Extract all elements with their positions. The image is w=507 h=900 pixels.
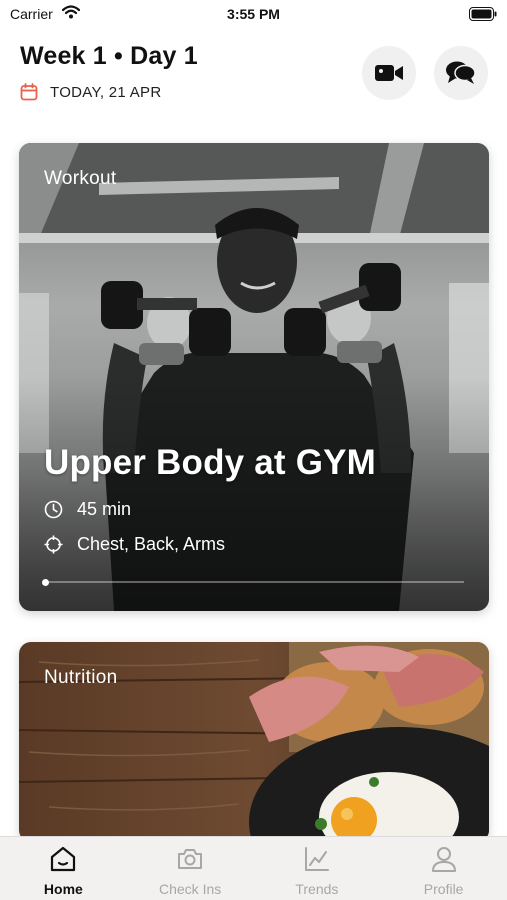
nutrition-tag: Nutrition bbox=[44, 667, 118, 688]
date-label: TODAY, 21 APR bbox=[50, 83, 162, 101]
workout-title: Upper Body at GYM bbox=[44, 443, 377, 482]
tab-trends-label: Trends bbox=[295, 881, 339, 897]
date-row: TODAY, 21 APR bbox=[20, 83, 161, 101]
workout-card[interactable]: Workout Upper Body at GYM 45 min Chest, … bbox=[19, 143, 489, 611]
workout-progress-bar bbox=[42, 578, 464, 586]
duration-row: 45 min bbox=[44, 499, 131, 520]
chat-bubbles-icon bbox=[446, 61, 476, 84]
page-title: Week 1 • Day 1 bbox=[20, 42, 198, 70]
target-icon bbox=[44, 535, 63, 554]
messages-button[interactable] bbox=[434, 46, 488, 100]
tab-profile-label: Profile bbox=[423, 881, 464, 897]
focus-row: Chest, Back, Arms bbox=[44, 534, 225, 555]
home-icon bbox=[51, 846, 76, 872]
tab-home[interactable]: Home bbox=[0, 837, 127, 900]
battery-icon bbox=[469, 7, 497, 26]
workout-tag: Workout bbox=[44, 168, 117, 189]
clock-icon bbox=[44, 500, 63, 519]
duration-label: 45 min bbox=[77, 499, 132, 519]
tab-trends[interactable]: Trends bbox=[254, 837, 381, 900]
status-time: 3:55 PM bbox=[227, 6, 280, 22]
tab-home-label: Home bbox=[43, 881, 83, 897]
video-camera-icon bbox=[375, 65, 403, 81]
tab-check-ins[interactable]: Check Ins bbox=[127, 837, 254, 900]
status-bar: Carrier 3:55 PM bbox=[0, 0, 507, 30]
progress-indicator bbox=[42, 578, 49, 586]
video-call-button[interactable] bbox=[362, 46, 416, 100]
focus-label: Chest, Back, Arms bbox=[77, 534, 226, 554]
calendar-icon bbox=[20, 83, 38, 101]
person-icon bbox=[431, 847, 456, 872]
tab-profile[interactable]: Profile bbox=[380, 837, 507, 900]
camera-icon bbox=[178, 849, 203, 869]
chart-icon bbox=[304, 847, 329, 871]
tab-bar: Home Check Ins Trends Profile bbox=[0, 836, 507, 900]
tab-check-ins-label: Check Ins bbox=[159, 881, 222, 897]
nutrition-card[interactable]: Nutrition bbox=[19, 642, 489, 842]
